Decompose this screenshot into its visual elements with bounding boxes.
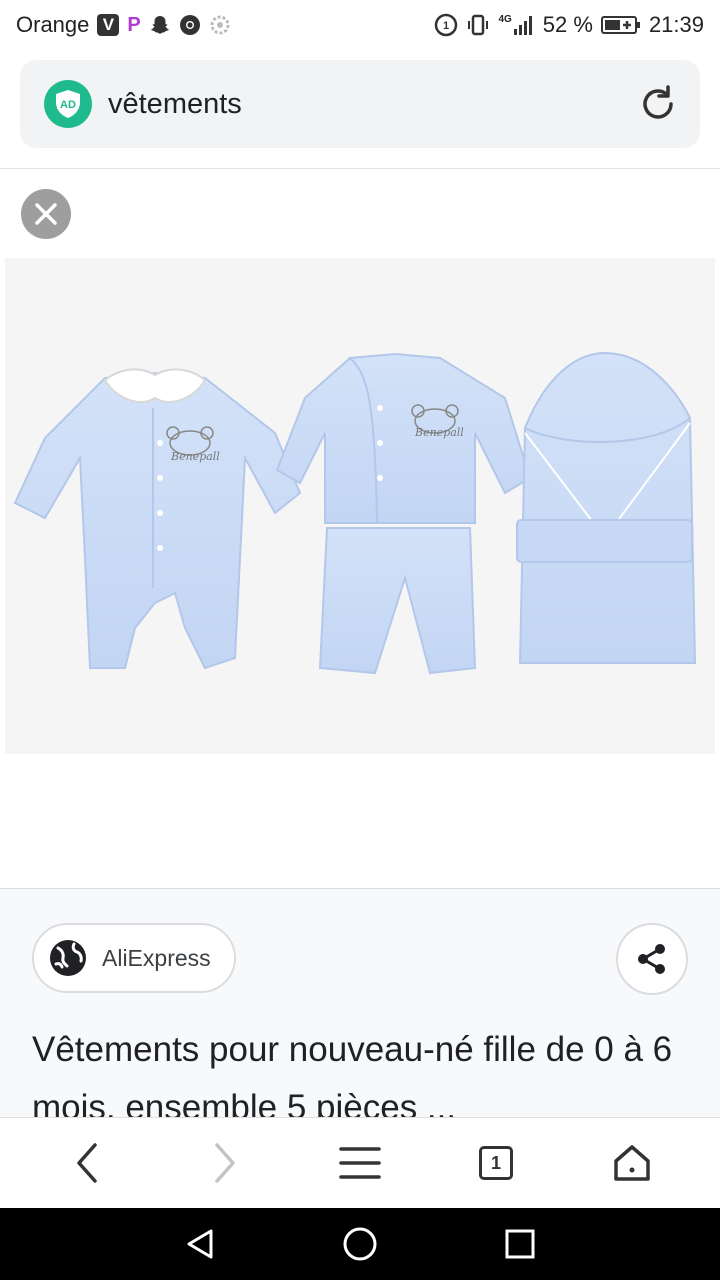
- chevron-right-icon: [215, 1143, 235, 1183]
- result-title[interactable]: Vêtements pour nouveau-né fille de 0 à 6…: [32, 1021, 692, 1119]
- status-bar: Orange V P 1 4G 52 % 21:39: [0, 0, 720, 50]
- snapchat-icon: [149, 14, 171, 36]
- jacket-brand-text: Benepall: [414, 426, 464, 439]
- romper-garment: Benepall: [13, 368, 302, 670]
- close-icon: [35, 203, 57, 225]
- chrome-icon: [179, 14, 201, 36]
- battery-icon: [600, 14, 641, 36]
- settings-gear-icon: [209, 14, 231, 36]
- network-type: 4G: [498, 14, 512, 25]
- reload-icon[interactable]: [636, 82, 680, 126]
- square-recents-icon: [505, 1229, 535, 1259]
- share-icon: [638, 944, 665, 974]
- romper-brand-text: Benepall: [170, 450, 220, 463]
- swaddle-blanket: [516, 351, 697, 664]
- svg-text:1: 1: [443, 20, 449, 32]
- nav-home-button[interactable]: [330, 1214, 390, 1274]
- close-button[interactable]: [21, 189, 71, 239]
- search-bar[interactable]: AD vêtements: [20, 60, 700, 148]
- source-chip[interactable]: AliExpress: [32, 923, 236, 993]
- product-image[interactable]: Benepall Benepall: [5, 258, 715, 754]
- result-info-panel: AliExpress Vêtements pour nouveau-né fil…: [0, 888, 720, 1119]
- tab-switcher-button[interactable]: 1: [460, 1127, 532, 1199]
- triangle-back-icon: [187, 1229, 213, 1259]
- v-app-icon: V: [97, 14, 120, 36]
- divider: [0, 168, 720, 169]
- browser-toolbar: 1: [0, 1117, 720, 1208]
- system-nav-bar: [0, 1208, 720, 1280]
- nav-recents-button[interactable]: [490, 1214, 550, 1274]
- globe-icon: [50, 940, 86, 976]
- hamburger-menu-icon: [339, 1147, 381, 1179]
- ad-shield-icon: AD: [44, 80, 92, 128]
- p-app-icon: P: [127, 13, 141, 36]
- search-query[interactable]: vêtements: [108, 88, 636, 121]
- jacket-and-pants: Benepall: [275, 352, 532, 675]
- tab-switcher-icon: 1: [479, 1146, 513, 1180]
- signal-icon: 4G: [498, 14, 534, 36]
- forward-button[interactable]: [188, 1127, 260, 1199]
- carrier-name: Orange: [16, 12, 90, 37]
- chevron-left-icon: [77, 1143, 97, 1183]
- ad-badge-label: AD: [60, 99, 76, 111]
- home-icon: [614, 1145, 650, 1181]
- source-label: AliExpress: [102, 944, 211, 971]
- nav-back-button[interactable]: [170, 1214, 230, 1274]
- data-saver-icon: 1: [434, 13, 458, 37]
- share-button[interactable]: [616, 923, 688, 995]
- home-button[interactable]: [596, 1127, 668, 1199]
- menu-button[interactable]: [324, 1127, 396, 1199]
- back-button[interactable]: [52, 1127, 124, 1199]
- circle-home-icon: [343, 1227, 377, 1261]
- vibrate-icon: [466, 13, 490, 37]
- battery-percent: 52 %: [542, 12, 593, 37]
- tab-count: 1: [490, 1152, 501, 1173]
- clock: 21:39: [648, 12, 704, 37]
